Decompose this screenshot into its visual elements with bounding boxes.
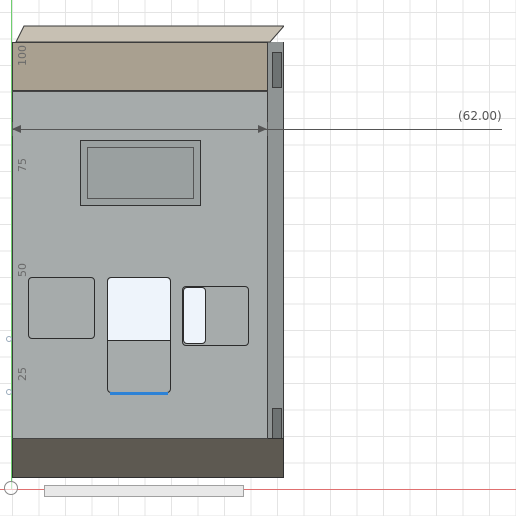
- ruler-tick-100: 100: [16, 45, 29, 66]
- right-cutout-face[interactable]: [183, 287, 206, 344]
- bottom-band[interactable]: [12, 438, 284, 478]
- base-plate[interactable]: [44, 485, 244, 497]
- dimension-arrow-left: [12, 125, 21, 133]
- ruler-tick-50: 50: [16, 263, 29, 277]
- selected-face[interactable]: [108, 278, 170, 341]
- bottom-band-edge: [12, 438, 268, 439]
- dimension-extension-right: [267, 122, 268, 136]
- origin-icon[interactable]: [4, 481, 18, 495]
- dimension-label[interactable]: (62.00): [458, 109, 502, 123]
- grip-point[interactable]: [6, 389, 12, 395]
- ruler-tick-75: 75: [16, 158, 29, 172]
- ruler-tick-25: 25: [16, 367, 29, 381]
- dimension-line[interactable]: [12, 129, 502, 130]
- side-slot-top[interactable]: [272, 52, 282, 88]
- top-band-edge: [12, 91, 268, 92]
- top-bevel[interactable]: [12, 24, 284, 44]
- selected-edge[interactable]: [110, 392, 168, 395]
- cad-viewport[interactable]: 100 75 50 25 (62.00): [0, 0, 516, 516]
- display-cutout-inner: [87, 147, 194, 199]
- display-cutout[interactable]: [80, 140, 201, 206]
- dimension-arrow-right: [258, 125, 267, 133]
- top-band[interactable]: [12, 42, 268, 91]
- left-cutout[interactable]: [28, 277, 95, 339]
- grip-point[interactable]: [6, 336, 12, 342]
